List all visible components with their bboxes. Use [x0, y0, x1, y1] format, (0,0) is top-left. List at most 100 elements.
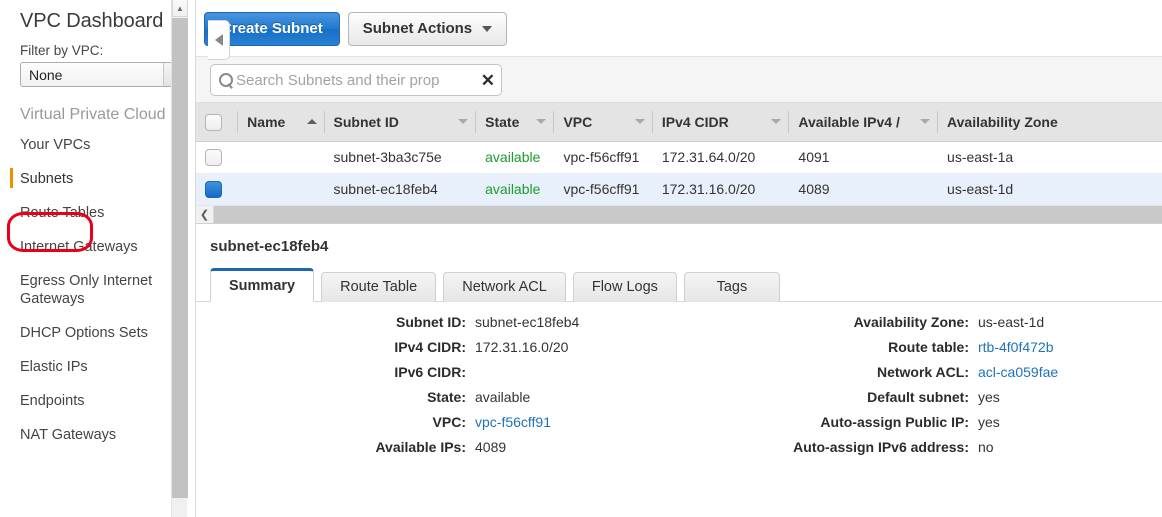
field-ipv4-cidr: IPv4 CIDR: 172.31.16.0/20 — [196, 339, 679, 364]
main-content: Create Subnet Subnet Actions Search Subn… — [196, 0, 1162, 517]
field-value: no — [969, 439, 994, 455]
summary-right-column: Availability Zone: us-east-1d Route tabl… — [679, 314, 1162, 464]
column-header-availability-zone[interactable]: Availability Zone — [938, 103, 1162, 141]
sidebar-item-internet-gateways[interactable]: Internet Gateways — [0, 230, 186, 264]
search-bar: Search Subnets and their prop ✕ — [196, 56, 1162, 103]
scrollbar-thumb[interactable] — [172, 18, 188, 498]
cell-name — [238, 173, 324, 205]
summary-fields: Subnet ID: subnet-ec18feb4 IPv4 CIDR: 17… — [196, 302, 1162, 464]
column-header-available-ipv4[interactable]: Available IPv4 / — [789, 103, 938, 141]
sidebar-item-dhcp-options-sets[interactable]: DHCP Options Sets — [0, 316, 186, 350]
scroll-left-icon[interactable]: ❮ — [196, 206, 214, 223]
column-header-ipv4-cidr[interactable]: IPv4 CIDR — [653, 103, 790, 141]
sort-menu-icon — [536, 119, 546, 124]
clear-search-icon[interactable]: ✕ — [480, 72, 495, 89]
field-subnet-id: Subnet ID: subnet-ec18feb4 — [196, 314, 679, 339]
sidebar-item-elastic-ips[interactable]: Elastic IPs — [0, 350, 186, 384]
subnets-table: Name Subnet ID State — [196, 103, 1162, 206]
toolbar: Create Subnet Subnet Actions — [196, 0, 1162, 56]
field-label: VPC: — [196, 414, 466, 430]
table-row[interactable]: subnet-ec18feb4 available vpc-f56cff91 1… — [196, 173, 1162, 205]
column-header-name[interactable]: Name — [238, 103, 324, 141]
table-row[interactable]: subnet-3ba3c75e available vpc-f56cff91 1… — [196, 141, 1162, 173]
select-all-checkbox[interactable] — [205, 114, 222, 131]
field-value: 172.31.16.0/20 — [466, 339, 568, 355]
subnet-detail-panel: subnet-ec18feb4 Summary Route Table Netw… — [196, 224, 1162, 464]
tab-network-acl[interactable]: Network ACL — [443, 272, 566, 302]
sidebar-item-label: Subnets — [20, 170, 172, 188]
row-select-cell — [196, 141, 238, 173]
sidebar-item-nat-gateways[interactable]: NAT Gateways — [0, 418, 186, 452]
column-header-subnet-id[interactable]: Subnet ID — [325, 103, 477, 141]
field-state: State: available — [196, 389, 679, 414]
field-value-link[interactable]: vpc-f56cff91 — [466, 414, 551, 430]
column-header-vpc[interactable]: VPC — [554, 103, 652, 141]
field-ipv6-cidr: IPv6 CIDR: — [196, 364, 679, 389]
subnet-actions-button[interactable]: Subnet Actions — [348, 12, 507, 46]
field-label: Subnet ID: — [196, 314, 466, 330]
field-value-link[interactable]: rtb-4f0f472b — [969, 339, 1054, 355]
filter-by-vpc-select[interactable]: None ▾ — [20, 62, 186, 87]
sidebar-item-route-tables[interactable]: Route Tables — [0, 196, 186, 230]
field-value: available — [466, 389, 530, 405]
field-value-link[interactable]: acl-ca059fae — [969, 364, 1058, 380]
field-value: 4089 — [466, 439, 506, 455]
cell-state: available — [476, 141, 554, 173]
cell-available-ipv4: 4091 — [789, 141, 938, 173]
field-label: IPv6 CIDR: — [196, 364, 466, 380]
field-auto-assign-public-ip: Auto-assign Public IP: yes — [679, 414, 1162, 439]
sidebar-item-label: Egress Only Internet Gateways — [20, 272, 172, 308]
column-label: Name — [247, 114, 285, 130]
sidebar-scrollbar[interactable]: ▲ — [171, 0, 187, 517]
summary-left-column: Subnet ID: subnet-ec18feb4 IPv4 CIDR: 17… — [196, 314, 679, 464]
column-label: IPv4 CIDR — [662, 114, 729, 130]
sidebar-item-label: NAT Gateways — [20, 426, 172, 444]
table-horizontal-scrollbar[interactable]: ❮ — [196, 206, 1162, 224]
sidebar-item-endpoints[interactable]: Endpoints — [0, 384, 186, 418]
vpc-console: VPC Dashboard Filter by VPC: None ▾ Virt… — [0, 0, 1162, 517]
cell-subnet-id: subnet-3ba3c75e — [325, 141, 477, 173]
sidebar-item-subnets[interactable]: Subnets — [0, 162, 186, 196]
sidebar-item-egress-only-internet-gateways[interactable]: Egress Only Internet Gateways — [0, 264, 186, 316]
sort-ascending-icon — [307, 119, 317, 124]
row-checkbox[interactable] — [205, 181, 222, 198]
field-label: Network ACL: — [679, 364, 969, 380]
column-label: State — [485, 114, 519, 130]
sidebar: VPC Dashboard Filter by VPC: None ▾ Virt… — [0, 0, 196, 517]
field-label: Auto-assign IPv6 address: — [679, 439, 969, 455]
field-label: Route table: — [679, 339, 969, 355]
sidebar-item-label: DHCP Options Sets — [20, 324, 172, 342]
field-default-subnet: Default subnet: yes — [679, 389, 1162, 414]
field-vpc: VPC: vpc-f56cff91 — [196, 414, 679, 439]
chevron-left-icon — [215, 34, 223, 46]
sort-menu-icon — [771, 119, 781, 124]
page-title: VPC Dashboard — [0, 0, 186, 41]
sort-menu-icon — [920, 119, 930, 124]
row-checkbox[interactable] — [205, 149, 222, 166]
cell-name — [238, 141, 324, 173]
cell-availability-zone: us-east-1d — [938, 173, 1162, 205]
field-route-table: Route table: rtb-4f0f472b — [679, 339, 1162, 364]
column-label: Availability Zone — [947, 114, 1058, 130]
cell-vpc: vpc-f56cff91 — [554, 141, 652, 173]
select-all-header — [196, 103, 238, 141]
tab-route-table[interactable]: Route Table — [321, 272, 436, 302]
cell-availability-zone: us-east-1a — [938, 141, 1162, 173]
search-placeholder: Search Subnets and their prop — [236, 72, 478, 89]
sort-menu-icon — [458, 119, 468, 124]
field-label: Default subnet: — [679, 389, 969, 405]
collapse-sidebar-button[interactable] — [208, 20, 230, 60]
scroll-up-icon[interactable]: ▲ — [172, 0, 188, 17]
tab-summary[interactable]: Summary — [210, 268, 314, 302]
column-label: Subnet ID — [334, 114, 399, 130]
field-availability-zone: Availability Zone: us-east-1d — [679, 314, 1162, 339]
column-header-state[interactable]: State — [476, 103, 554, 141]
tab-flow-logs[interactable]: Flow Logs — [573, 272, 677, 302]
field-label: Auto-assign Public IP: — [679, 414, 969, 430]
filter-by-vpc-value: None — [21, 67, 163, 83]
sidebar-item-your-vpcs[interactable]: Your VPCs — [0, 128, 186, 162]
sidebar-content: VPC Dashboard Filter by VPC: None ▾ Virt… — [0, 0, 186, 452]
sidebar-item-label: Elastic IPs — [20, 358, 172, 376]
search-input[interactable]: Search Subnets and their prop ✕ — [210, 64, 502, 96]
tab-tags[interactable]: Tags — [684, 272, 780, 302]
